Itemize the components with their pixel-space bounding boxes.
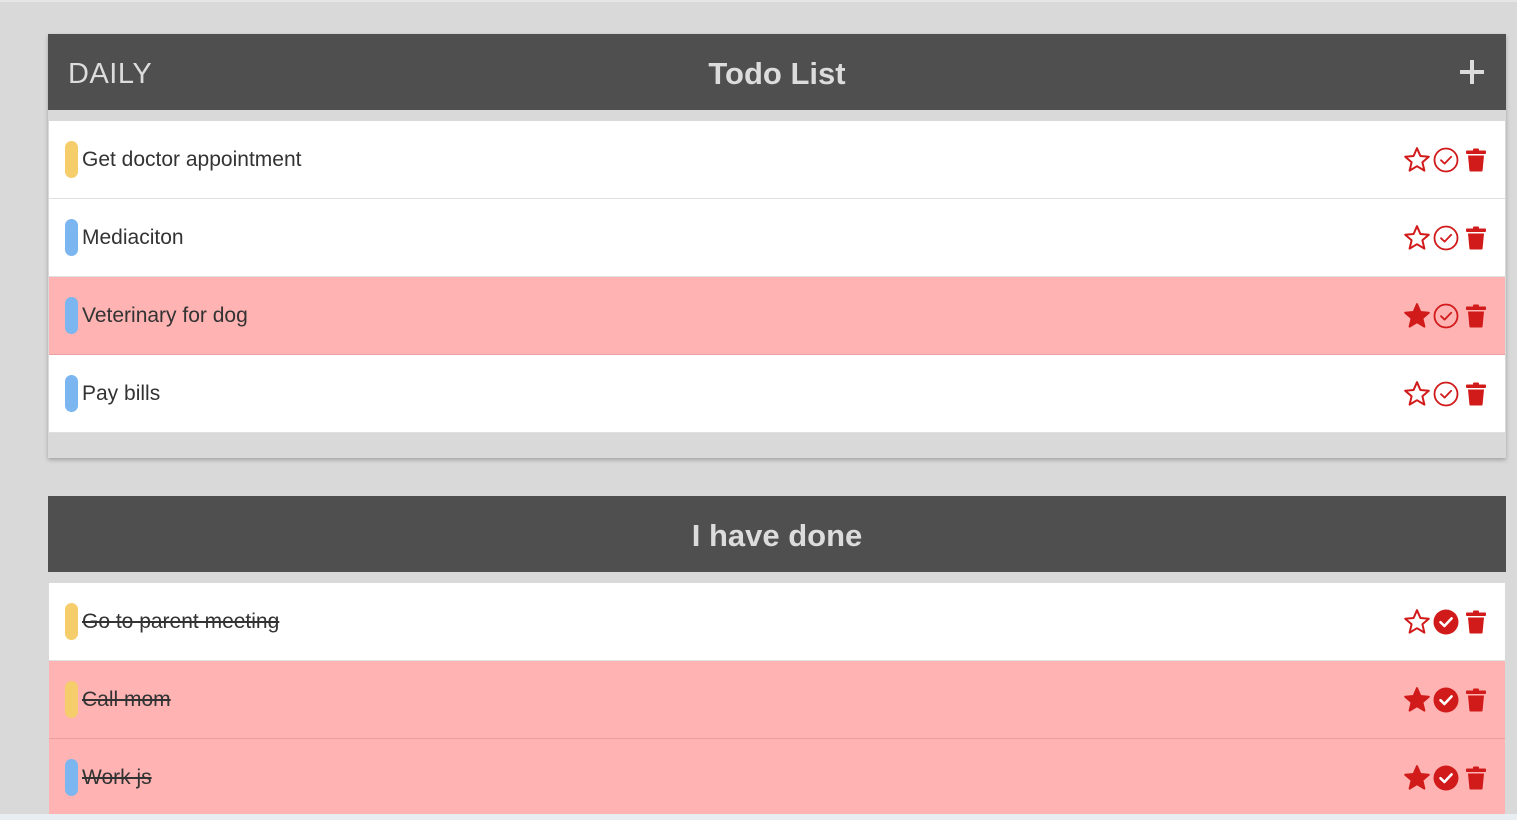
item-actions [1403,686,1487,714]
item-label: Mediaciton [82,226,184,249]
star-filled-icon[interactable] [1403,686,1431,714]
category-tag [65,297,78,334]
todo-app: DAILY Todo List Get doctor appointment Me… [0,0,1517,820]
category-tag [65,681,78,718]
item-actions [1403,608,1487,636]
star-filled-icon[interactable] [1403,764,1431,792]
item-label: Get doctor appointment [82,148,302,171]
category-tag [65,219,78,256]
horizontal-scrollbar[interactable] [0,814,1517,820]
todo-panel: DAILY Todo List Get doctor appointment Me… [48,34,1506,458]
trash-icon[interactable] [1465,688,1487,712]
category-tag [65,603,78,640]
item-actions [1403,224,1487,252]
trash-icon[interactable] [1465,148,1487,172]
star-filled-icon[interactable] [1403,302,1431,330]
list-item[interactable]: Mediaciton [49,199,1505,277]
category-label[interactable]: DAILY [68,34,152,110]
plus-icon [1460,60,1484,84]
item-actions [1403,302,1487,330]
todo-title: Todo List [708,56,846,91]
list-item[interactable]: Veterinary for dog [49,277,1505,355]
list-item[interactable]: Call mom [49,661,1505,739]
trash-icon[interactable] [1465,766,1487,790]
category-tag [65,759,78,796]
star-icon[interactable] [1403,224,1431,252]
check-circle-filled-icon[interactable] [1433,609,1459,635]
category-tag [65,375,78,412]
check-circle-icon[interactable] [1433,225,1459,251]
done-header: I have done [48,496,1506,572]
check-circle-icon[interactable] [1433,303,1459,329]
done-title: I have done [691,518,863,553]
check-circle-icon[interactable] [1433,381,1459,407]
list-item[interactable]: Get doctor appointment [49,121,1505,199]
item-actions [1403,146,1487,174]
list-item[interactable]: Work js [49,739,1505,817]
trash-icon[interactable] [1465,226,1487,250]
trash-icon[interactable] [1465,304,1487,328]
done-list: Go to parent meeting Call mom Work js [49,583,1505,817]
check-circle-filled-icon[interactable] [1433,765,1459,791]
item-actions [1403,764,1487,792]
item-label: Call mom [82,688,171,711]
todo-header: DAILY Todo List [48,34,1506,110]
item-label: Veterinary for dog [82,304,248,327]
list-item[interactable]: Go to parent meeting [49,583,1505,661]
check-circle-icon[interactable] [1433,147,1459,173]
item-label: Go to parent meeting [82,610,280,633]
check-circle-filled-icon[interactable] [1433,687,1459,713]
item-label: Pay bills [82,382,161,405]
add-todo-button[interactable] [1456,54,1488,90]
list-item[interactable]: Pay bills [49,355,1505,433]
category-tag [65,141,78,178]
todo-list: Get doctor appointment Mediaciton Veterina… [49,121,1505,433]
trash-icon[interactable] [1465,382,1487,406]
star-icon[interactable] [1403,380,1431,408]
item-actions [1403,380,1487,408]
star-icon[interactable] [1403,146,1431,174]
star-icon[interactable] [1403,608,1431,636]
item-label: Work js [82,766,152,789]
trash-icon[interactable] [1465,610,1487,634]
done-panel: I have done Go to parent meeting Call mom… [48,496,1506,820]
